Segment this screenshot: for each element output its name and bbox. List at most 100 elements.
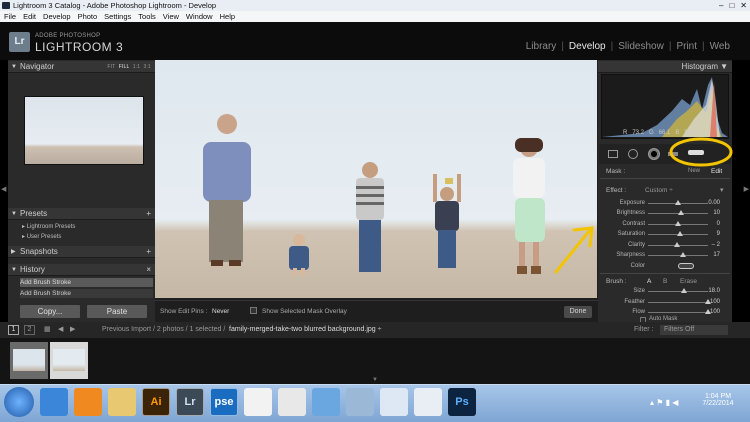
pse-taskbar-icon[interactable]: pse	[210, 388, 238, 416]
slider-value[interactable]: 9	[717, 229, 720, 239]
navigator-preview[interactable]	[24, 96, 144, 165]
close-window-button[interactable]: ✕	[740, 1, 747, 10]
slider-value[interactable]: 18.0	[708, 286, 720, 296]
menu-develop[interactable]: Develop	[43, 11, 71, 22]
spot-removal-icon[interactable]	[628, 149, 638, 159]
mask-new-button[interactable]: New	[688, 168, 700, 174]
mask-overlay-checkbox[interactable]	[250, 307, 257, 314]
menu-settings[interactable]: Settings	[104, 11, 131, 22]
paint-taskbar-icon[interactable]	[414, 388, 442, 416]
color-swatch[interactable]	[678, 263, 694, 269]
effect-slider-brightness[interactable]: Brightness 10	[606, 208, 730, 218]
brush-b-button[interactable]: B	[663, 278, 667, 285]
slider-value[interactable]: 100	[710, 307, 720, 317]
notepad-taskbar-icon[interactable]	[380, 388, 408, 416]
forward-arrow-icon[interactable]: ▶	[70, 322, 75, 338]
filmstrip-thumbnail-selected[interactable]	[50, 342, 88, 379]
zoom-fit[interactable]: FIT	[107, 64, 115, 70]
ie-taskbar-icon[interactable]	[40, 388, 68, 416]
slider-knob[interactable]	[678, 210, 684, 216]
menu-window[interactable]: Window	[186, 11, 213, 22]
maximize-button[interactable]: □	[729, 1, 734, 10]
module-web[interactable]: Web	[710, 41, 730, 52]
paste-button[interactable]: Paste	[87, 305, 147, 318]
collapse-triangle-icon[interactable]: ▼	[11, 208, 17, 220]
collapse-triangle-icon[interactable]: ▼	[11, 61, 17, 73]
slider-value[interactable]: – 2	[712, 240, 720, 250]
filmstrip-path[interactable]: Previous Import / 2 photos / 1 selected …	[102, 322, 225, 338]
red-eye-icon[interactable]	[648, 148, 660, 160]
slider-knob[interactable]	[677, 231, 684, 237]
slider-knob[interactable]	[681, 288, 687, 293]
menu-view[interactable]: View	[163, 11, 179, 22]
lightroom-taskbar-icon[interactable]: Lr	[176, 388, 204, 416]
slider-knob[interactable]	[675, 200, 681, 205]
explorer-taskbar-icon[interactable]	[108, 388, 136, 416]
start-button-icon[interactable]	[4, 387, 34, 417]
photo[interactable]	[155, 60, 597, 298]
bottom-panel-toggle-icon[interactable]: ▼	[372, 377, 378, 383]
brush-erase-button[interactable]: Erase	[680, 278, 697, 285]
preset-folder-user[interactable]: ▸ User Presets	[22, 233, 155, 242]
effect-slider-clarity[interactable]: Clarity – 2	[606, 240, 730, 250]
illustrator-taskbar-icon[interactable]: Ai	[142, 388, 170, 416]
module-library[interactable]: Library	[526, 41, 557, 52]
add-snapshot-icon[interactable]: +	[146, 246, 151, 258]
zoom-3-1[interactable]: 3:1	[143, 64, 151, 70]
slider-value[interactable]: 10	[713, 208, 720, 218]
history-item[interactable]: Add Brush Stroke	[20, 289, 153, 298]
computer-taskbar-icon[interactable]	[346, 388, 374, 416]
right-panel-toggle-icon[interactable]: ▶	[744, 185, 749, 193]
show-edit-pins-select[interactable]: Never	[212, 308, 229, 315]
menu-help[interactable]: Help	[220, 11, 235, 22]
picasa-taskbar-icon[interactable]	[244, 388, 272, 416]
zoom-1-1[interactable]: 1:1	[133, 64, 141, 70]
chrome-taskbar-icon[interactable]	[278, 388, 306, 416]
photo-viewer-taskbar-icon[interactable]	[312, 388, 340, 416]
navigator-header[interactable]: ▼ Navigator FIT FILL 1:1 3:1	[8, 61, 155, 73]
minimize-button[interactable]: –	[719, 1, 723, 10]
slider-track[interactable]	[648, 255, 708, 256]
photoshop-taskbar-icon[interactable]: Ps	[448, 388, 476, 416]
brush-a-button[interactable]: A	[647, 278, 651, 285]
copy-button[interactable]: Copy...	[20, 305, 80, 318]
preset-folder-lightroom[interactable]: ▸ Lightroom Presets	[22, 223, 155, 232]
back-arrow-icon[interactable]: ◀	[58, 322, 63, 338]
page-1-button[interactable]: 1	[8, 325, 19, 335]
filmstrip-thumbnail[interactable]	[10, 342, 48, 379]
done-button[interactable]: Done	[564, 306, 592, 318]
menu-edit[interactable]: Edit	[23, 11, 36, 22]
brush-slider-size[interactable]: Size 18.0	[606, 286, 730, 296]
menu-tools[interactable]: Tools	[138, 11, 156, 22]
effect-preset-select[interactable]: Custom ÷	[645, 187, 673, 194]
menu-file[interactable]: File	[4, 11, 16, 22]
effect-slider-contrast[interactable]: Contrast 0	[606, 219, 730, 229]
filter-select[interactable]: Filters Off	[660, 325, 728, 335]
effect-slider-sharpness[interactable]: Sharpness 17	[606, 250, 730, 260]
grid-icon[interactable]: ▦	[44, 322, 51, 338]
history-item[interactable]: Add Brush Stroke	[20, 278, 153, 287]
media-taskbar-icon[interactable]	[74, 388, 102, 416]
effect-collapse-icon[interactable]: ▾	[720, 186, 724, 194]
clock[interactable]: 1:04 PM 7/22/2014	[700, 393, 736, 407]
snapshots-header[interactable]: ▶ Snapshots +	[8, 246, 155, 258]
mask-edit-button[interactable]: Edit	[711, 168, 722, 175]
slider-value[interactable]: 0.00	[708, 198, 720, 208]
filmstrip-filename[interactable]: family-merged-take-two blurred backgroun…	[229, 322, 381, 338]
slider-knob[interactable]	[679, 252, 686, 257]
expand-triangle-icon[interactable]: ▶	[11, 246, 16, 258]
module-develop[interactable]: Develop	[569, 41, 606, 52]
module-print[interactable]: Print	[676, 41, 697, 52]
slider-value[interactable]: 0	[717, 219, 720, 229]
slider-knob[interactable]	[675, 220, 681, 226]
zoom-fill[interactable]: FILL	[119, 64, 130, 70]
slider-knob[interactable]	[674, 241, 681, 247]
module-slideshow[interactable]: Slideshow	[618, 41, 664, 52]
collapse-triangle-icon[interactable]: ▼	[11, 264, 17, 276]
tray-icons[interactable]: ▴ ⚑ ▮ ◀	[650, 398, 678, 407]
histogram-header[interactable]: Histogram ▼	[598, 61, 732, 73]
slider-value[interactable]: 100	[710, 297, 720, 307]
effect-slider-exposure[interactable]: Exposure 0.00	[606, 198, 730, 208]
crop-tool-icon[interactable]	[608, 150, 618, 158]
menu-photo[interactable]: Photo	[78, 11, 98, 22]
